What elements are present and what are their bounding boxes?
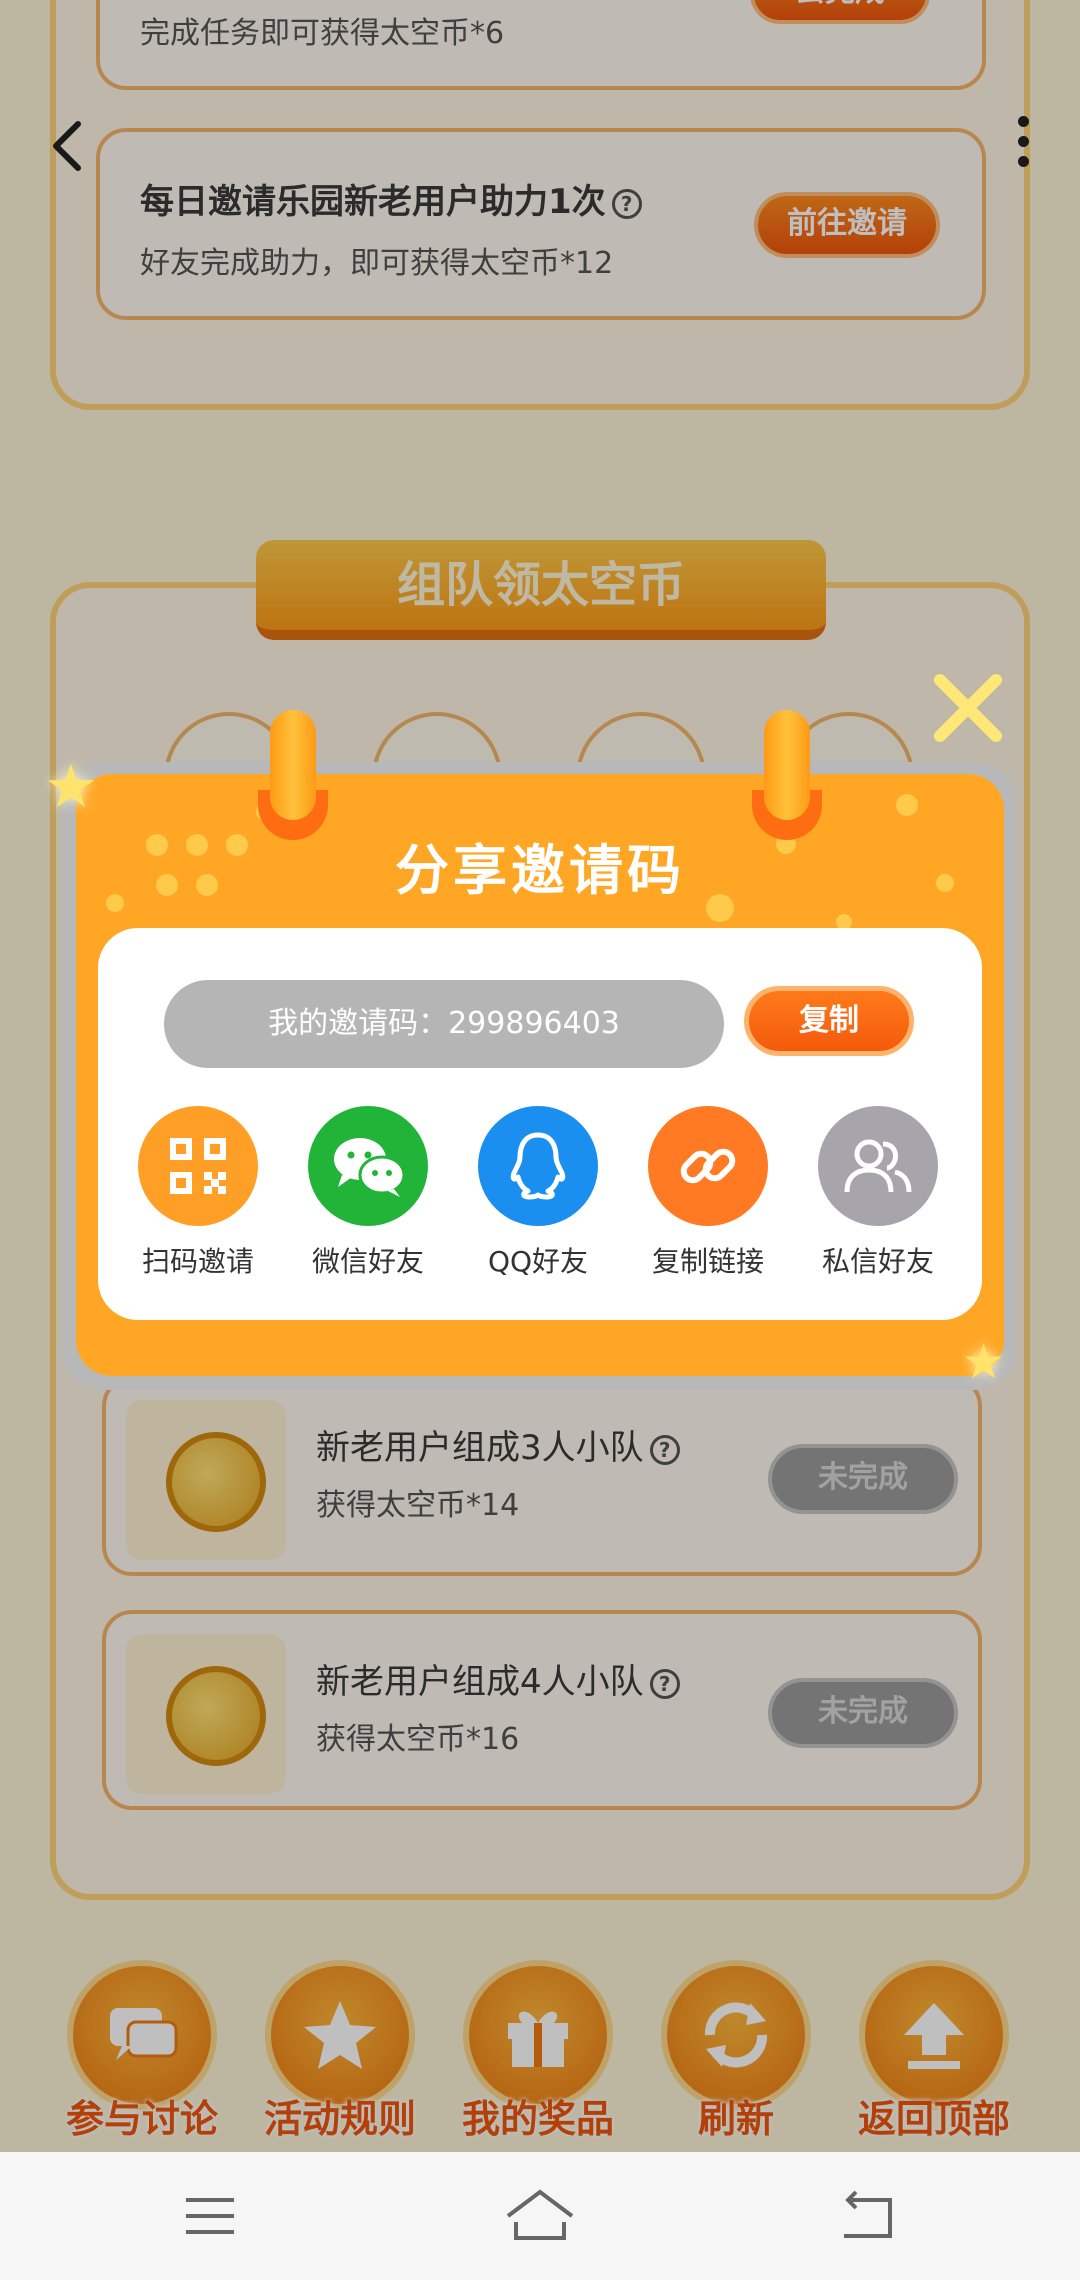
share-label: QQ好友 [487, 1245, 589, 1278]
qr-code-icon [138, 1106, 258, 1226]
share-label: 扫码邀请 [141, 1245, 254, 1278]
invite-code-field: 我的邀请码：299896403 [164, 980, 724, 1068]
system-nav-bar [0, 2152, 1080, 2280]
share-scan-qr[interactable]: 扫码邀请 [118, 1106, 278, 1280]
menu-icon[interactable] [170, 2180, 250, 2252]
wechat-icon [308, 1106, 428, 1226]
sparkle-star-icon: ★ [962, 1334, 1006, 1390]
dialog-title: 分享邀请码 [395, 839, 685, 902]
share-copy-link[interactable]: 复制链接 [628, 1106, 788, 1280]
close-icon[interactable] [930, 670, 1006, 746]
sparkle-star-icon: ★ [44, 752, 98, 822]
hanger-left [270, 710, 316, 820]
home-icon[interactable] [500, 2180, 580, 2252]
back-nav-icon[interactable] [830, 2180, 910, 2252]
share-label: 私信好友 [821, 1245, 934, 1278]
share-qq[interactable]: QQ好友 [458, 1106, 618, 1280]
share-private-message[interactable]: 私信好友 [798, 1106, 958, 1280]
hanger-right [764, 710, 810, 820]
qq-penguin-icon [478, 1106, 598, 1226]
link-icon [648, 1106, 768, 1226]
users-icon [818, 1106, 938, 1226]
share-wechat[interactable]: 微信好友 [288, 1106, 448, 1280]
share-label: 微信好友 [311, 1245, 424, 1278]
share-label: 复制链接 [651, 1245, 764, 1278]
copy-button[interactable]: 复制 [744, 986, 914, 1056]
